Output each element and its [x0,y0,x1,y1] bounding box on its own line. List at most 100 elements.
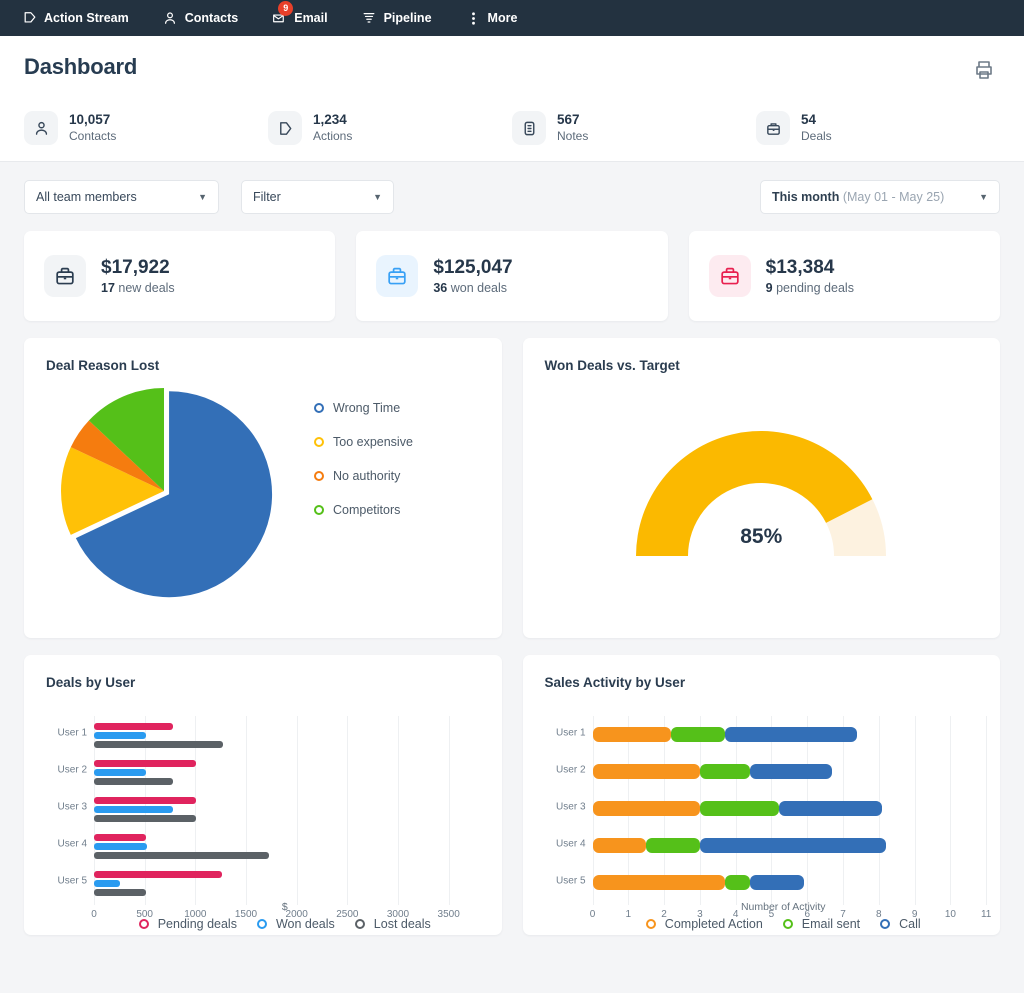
bar-segment[interactable] [592,727,672,742]
pie-legend-label: Wrong Time [333,401,401,415]
pipeline-icon [362,11,377,26]
more-icon [466,11,481,26]
bar-segment[interactable] [592,875,725,890]
bar[interactable] [94,871,222,878]
card-title: Deal Reason Lost [46,358,160,373]
gauge-chart-svg[interactable] [611,406,911,586]
bar[interactable] [94,769,146,776]
page-title: Dashboard [24,54,138,79]
bar-segment[interactable] [699,838,886,853]
stat-value: 567 [557,111,580,127]
nav-item-action-stream[interactable]: Action Stream [22,11,129,26]
legend-item[interactable]: Pending deals [138,917,237,931]
bar-segment[interactable] [724,727,858,742]
team-member-select[interactable]: All team members ▼ [24,180,219,214]
filter-select[interactable]: Filter ▼ [241,180,394,214]
y-axis-category-label: User 2 [556,764,586,775]
kpi-subtext: 36 won deals [433,281,512,295]
stat-label: Notes [557,128,589,143]
print-button[interactable] [968,54,1000,91]
y-axis-category-label: User 3 [556,801,586,812]
date-range-label: This month [772,190,840,204]
header-top-row: Dashboard [24,54,1000,91]
nav-item-more[interactable]: More [466,11,518,26]
bar[interactable] [94,760,197,767]
pie-chart-svg[interactable] [46,373,296,613]
contacts-icon [163,11,178,26]
legend-item[interactable]: Won deals [256,917,335,931]
pie-legend-item[interactable]: Too expensive [314,435,413,449]
nav-label: More [487,11,518,25]
bar[interactable] [94,723,174,730]
top-navigation-bar: Action Stream Contacts 9 Email Pipeline … [0,0,1024,36]
bar-segment[interactable] [592,764,700,779]
legend-item[interactable]: Call [880,917,921,931]
bar-segment[interactable] [671,727,725,742]
pie-legend-item[interactable]: Wrong Time [314,401,413,415]
bar[interactable] [94,889,146,896]
legend-marker-icon [314,471,324,481]
bar-segment[interactable] [778,801,883,816]
pie-legend-label: No authority [333,469,401,483]
bar-segment[interactable] [646,838,700,853]
legend-label: Won deals [275,917,335,931]
bar-segment[interactable] [699,764,750,779]
bar-segment[interactable] [699,801,779,816]
y-axis-category-label: User 4 [556,838,586,849]
bar[interactable] [94,741,223,748]
bar-segment[interactable] [749,875,804,890]
kpi-text: new deals [118,281,175,296]
bar[interactable] [94,806,174,813]
y-axis-category-label: User 5 [556,875,586,886]
pie-legend-item[interactable]: Competitors [314,503,413,517]
briefcase-icon [44,255,86,297]
bar[interactable] [94,834,146,841]
legend-label: Email sent [801,917,861,931]
pie-chart-container: Wrong Time Too expensive No authority Compe… [46,373,480,618]
kpi-card-pending-deals[interactable]: $13,384 9 pending deals [688,231,1000,321]
bar[interactable] [94,815,197,822]
stat-actions: 1,234 Actions [268,111,512,145]
bar[interactable] [94,852,270,859]
bar[interactable] [94,732,146,739]
bar[interactable] [94,880,121,887]
pie-chart-legend: Wrong Time Too expensive No authority Compe… [296,373,413,618]
legend-item[interactable]: Email sent [782,917,861,931]
nav-item-pipeline[interactable]: Pipeline [362,11,432,26]
legend-marker-icon [782,919,793,929]
stat-value: 54 [801,111,817,127]
note-icon [512,111,546,145]
bar[interactable] [94,778,174,785]
kpi-card-new-deals[interactable]: $17,922 17 new deals [24,231,336,321]
bar-segment[interactable] [724,875,750,890]
kpi-text: pending deals [776,281,854,296]
grid-line [448,716,450,905]
printer-icon [972,61,996,86]
kpi-card-won-deals[interactable]: $125,047 36 won deals [356,231,668,321]
nav-item-email[interactable]: 9 Email [272,0,328,26]
bar-segment[interactable] [592,838,647,853]
grid-line [914,716,916,905]
pie-legend-label: Competitors [333,503,401,517]
nav-item-contacts[interactable]: Contacts [163,11,238,26]
bar-segment[interactable] [749,764,833,779]
kpi-count: 9 [765,281,773,296]
legend-item[interactable]: Completed Action [645,917,763,931]
chevron-down-icon: ▼ [979,192,988,202]
grid-line [398,716,399,905]
date-range-select[interactable]: This month (May 01 - May 25) ▼ [760,180,1000,214]
dashboard-header: Dashboard 10,057 Contacts 1,234 Actions … [0,36,1024,162]
deals-by-user-chart: User 1 User 2 User 3 User 4 User 5 0 500 1000 15… [46,700,480,920]
bar[interactable] [94,843,147,850]
y-axis-category-label: User 3 [57,801,87,812]
date-range-value: (May 01 - May 25) [842,190,945,204]
bar-segment[interactable] [592,801,700,816]
stat-notes: 567 Notes [512,111,756,145]
nav-label: Pipeline [383,11,432,25]
pie-legend-item[interactable]: No authority [314,469,413,483]
kpi-amount: $17,922 [101,256,170,278]
legend-label: Call [899,917,921,931]
date-range-text: This month (May 01 - May 25) [772,190,944,204]
legend-item[interactable]: Lost deals [354,917,431,931]
bar[interactable] [94,797,197,804]
